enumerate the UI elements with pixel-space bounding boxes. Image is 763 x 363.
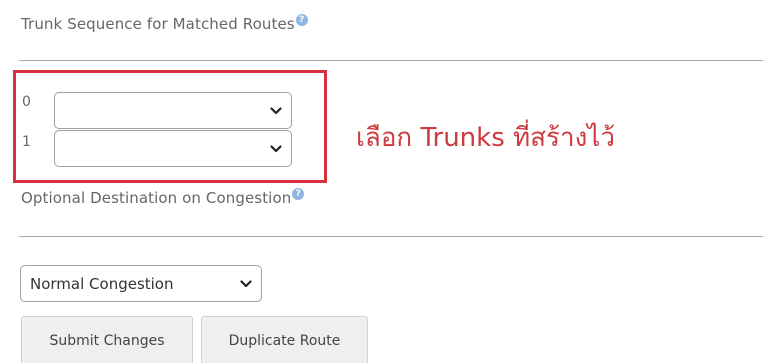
- annotation-text: เลือก Trunks ที่สร้างไว้: [356, 123, 615, 153]
- help-icon[interactable]: ?: [295, 14, 308, 26]
- trunk-sequence-label-text: Trunk Sequence for Matched Routes: [21, 15, 295, 33]
- congestion-select-value: Normal Congestion: [30, 274, 174, 293]
- congestion-select[interactable]: Normal Congestion: [20, 265, 262, 302]
- divider: [19, 236, 763, 237]
- chevron-down-icon: [240, 279, 252, 287]
- congestion-destination-label-text: Optional Destination on Congestion: [21, 189, 292, 207]
- divider: [19, 60, 763, 61]
- congestion-destination-label: Optional Destination on Congestion?: [21, 188, 305, 207]
- annotation-highlight-box: [13, 70, 327, 183]
- route-settings-panel: Trunk Sequence for Matched Routes? 0 1 เ…: [0, 0, 763, 363]
- submit-changes-button[interactable]: Submit Changes: [21, 316, 193, 363]
- trunk-sequence-label: Trunk Sequence for Matched Routes?: [21, 14, 308, 33]
- help-icon[interactable]: ?: [292, 188, 305, 200]
- duplicate-route-button[interactable]: Duplicate Route: [201, 316, 368, 363]
